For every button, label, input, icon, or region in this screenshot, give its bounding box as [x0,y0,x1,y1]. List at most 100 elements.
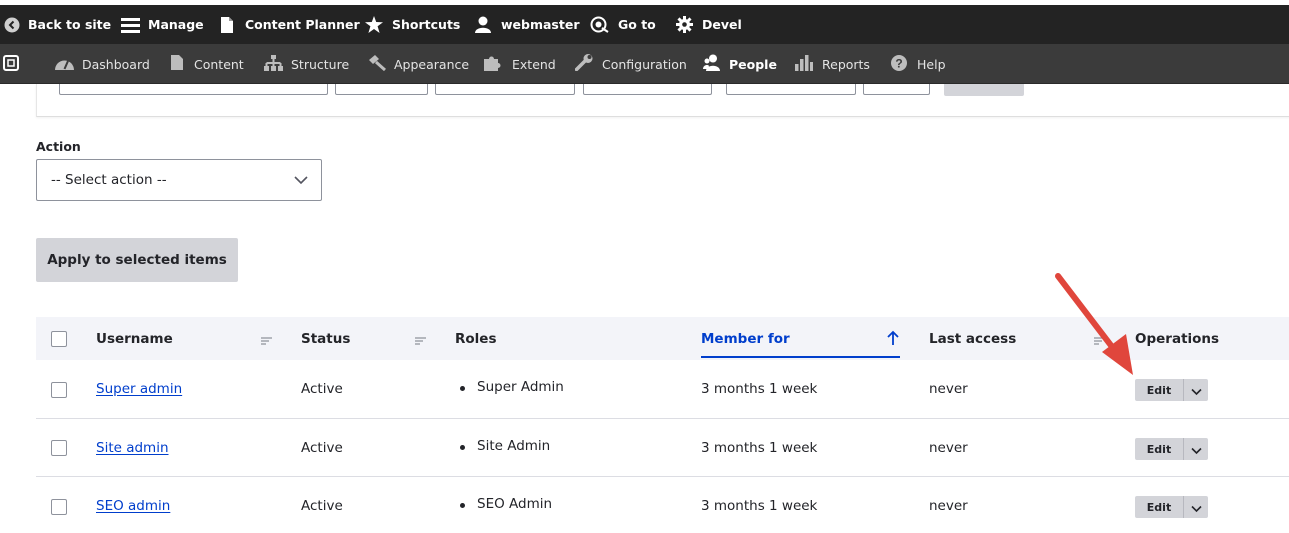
sort-ascending-arrow-icon[interactable] [886,330,900,350]
tray-item-extend[interactable]: Extend [484,44,556,84]
document-icon [221,16,233,33]
shortcuts-tab[interactable]: Shortcuts [365,5,460,44]
user-tab[interactable]: webmaster [475,5,580,44]
edit-button[interactable]: Edit [1135,379,1184,401]
filter-submit-button[interactable] [944,84,1024,96]
reports-label: Reports [822,56,870,72]
col-username-label: Username [96,330,173,347]
select-all-checkbox[interactable] [51,331,67,347]
content-planner-label: Content Planner [245,17,360,32]
row-divider [36,476,1289,477]
user-label: webmaster [501,17,580,32]
content-planner-tab[interactable]: Content Planner [221,5,360,44]
manage-label: Manage [148,17,204,32]
action-label: Action [36,139,81,154]
filter-name-input[interactable] [59,84,328,95]
col-status[interactable]: Status [301,317,350,360]
back-to-site-label: Back to site [28,17,112,32]
orientation-toggle-icon [3,54,19,74]
sortable-icon[interactable] [1094,332,1105,351]
sitemap-icon [264,54,283,74]
col-roles-label: Roles [455,330,497,347]
username-link[interactable]: Site admin [96,440,169,456]
action-select[interactable]: -- Select action -- [36,159,322,201]
role-item: SEO Admin [459,496,553,512]
status-text: Active [301,440,343,456]
bar-chart-icon [795,54,813,74]
apply-to-selected-button[interactable]: Apply to selected items [36,238,238,282]
structure-label: Structure [291,56,350,72]
col-status-label: Status [301,330,351,347]
member-for-text: 3 months 1 week [701,498,818,514]
tray-item-configuration[interactable]: Configuration [574,44,687,84]
last-access-text: never [929,498,968,514]
row-checkbox[interactable] [51,499,67,515]
chevron-down-icon [1190,498,1202,517]
tray-item-content[interactable]: Content [171,44,244,84]
admin-toolbar: Back to site Manage Content Planner Shor… [0,5,1289,44]
tray-item-people[interactable]: People [703,44,777,84]
row-checkbox[interactable] [51,382,67,398]
devel-tab[interactable]: Devel [676,5,742,44]
gear-icon [676,16,693,33]
status-text: Active [301,381,343,397]
tray-item-structure[interactable]: Structure [264,44,349,84]
operations-dropbutton: Edit [1135,496,1208,518]
hamburger-icon [121,17,140,33]
tray-item-dashboard[interactable]: Dashboard [55,44,150,84]
filter-role-select[interactable] [335,84,428,95]
chevron-left-circle-icon [4,17,20,33]
username-link[interactable]: Super admin [96,381,182,397]
content-label: Content [194,56,244,72]
action-select-value: -- Select action -- [51,172,167,188]
help-icon: ? [891,54,907,74]
extend-label: Extend [512,56,556,72]
username-link[interactable]: SEO admin [96,498,170,514]
col-member-for[interactable]: Member for [701,317,790,360]
goto-icon [590,16,609,33]
chevron-down-icon [294,173,308,191]
shortcuts-label: Shortcuts [392,17,461,32]
puzzle-icon [484,55,502,74]
edit-button[interactable]: Edit [1135,438,1184,460]
operations-toggle[interactable] [1184,379,1208,401]
manage-tab[interactable]: Manage [121,5,204,44]
sortable-icon[interactable] [261,332,272,351]
edit-button[interactable]: Edit [1135,496,1184,518]
col-last-access[interactable]: Last access [929,317,1016,360]
tray-item-reports[interactable]: Reports [795,44,870,84]
col-username[interactable]: Username [96,317,173,360]
help-label: Help [917,56,946,72]
last-access-text: never [929,381,968,397]
status-text: Active [301,498,343,514]
filter-status-select[interactable] [583,84,712,95]
devel-label: Devel [702,17,742,32]
paintbrush-icon [368,54,386,74]
operations-dropbutton: Edit [1135,379,1208,401]
back-to-site-link[interactable]: Back to site [4,5,111,44]
operations-toggle[interactable] [1184,496,1208,518]
filter-items-select[interactable] [863,84,930,95]
wrench-icon [574,54,593,74]
goto-label: Go to [618,17,656,32]
member-for-text: 3 months 1 week [701,440,818,456]
tray-item-appearance[interactable]: Appearance [368,44,469,84]
tray-orientation-toggle[interactable] [3,44,19,84]
dashboard-label: Dashboard [82,56,150,72]
dashboard-icon [55,56,74,73]
sortable-icon[interactable] [415,332,426,351]
operations-toggle[interactable] [1184,438,1208,460]
operations-dropbutton: Edit [1135,438,1208,460]
star-icon [365,16,383,33]
role-item: Super Admin [460,379,564,395]
configuration-label: Configuration [602,56,687,72]
goto-tab[interactable]: Go to [590,5,656,44]
chevron-down-icon [1190,440,1202,459]
filter-permission-select[interactable] [435,84,575,95]
filter-extra-select[interactable] [726,84,856,95]
tray-item-help[interactable]: ? Help [891,44,946,84]
role-item: Site Admin [459,438,551,454]
row-checkbox[interactable] [51,440,67,456]
svg-text:?: ? [895,56,902,70]
document-icon [171,55,183,73]
